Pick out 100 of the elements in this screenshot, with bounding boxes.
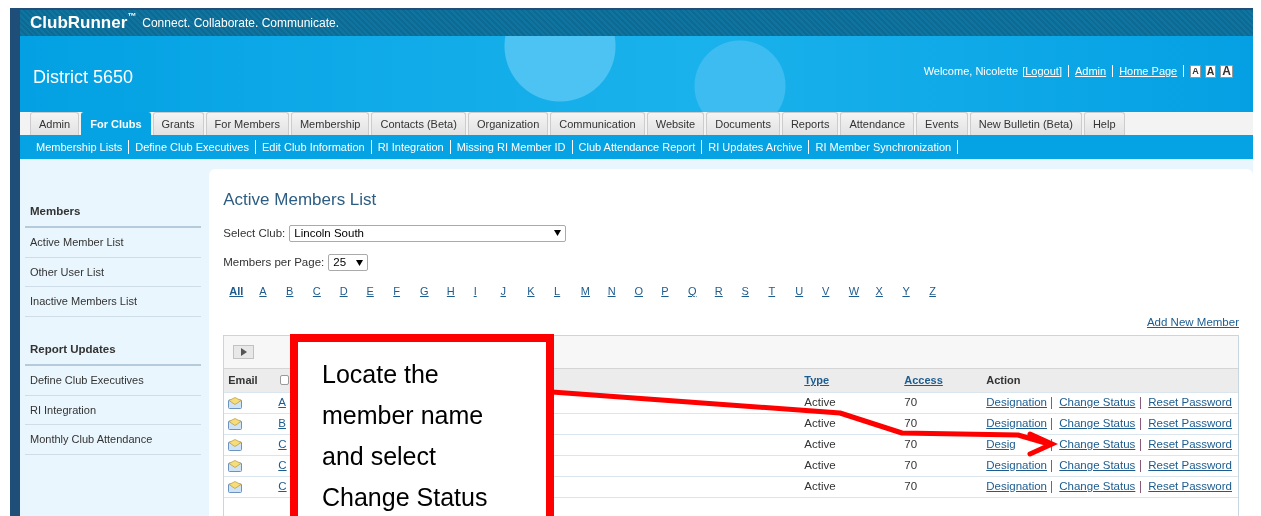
table-cell-text: Active [803,395,837,411]
select-all-checkbox[interactable] [280,375,290,386]
add-member-link[interactable]: Add New Member [1146,313,1239,331]
table-cell-text: 70 [903,458,919,474]
action-link[interactable]: Reset Password [1148,394,1232,412]
nav-tab[interactable]: Documents [706,111,780,135]
envelope-icon[interactable] [228,397,243,410]
font-size-button[interactable]: A [1220,64,1233,78]
column-header: Action [985,373,1022,388]
nav-tab[interactable]: Help [1083,111,1125,135]
letter-link[interactable]: V [822,283,849,300]
letter-link[interactable]: D [339,283,367,300]
nav-tab[interactable]: Membership [290,111,370,135]
table-cell-text: 70 [903,437,919,453]
callout-text: Locate the member name and select Change Status [322,359,489,513]
letter-link[interactable]: Y [902,283,930,300]
letter-link[interactable]: C [312,283,340,300]
sidebar-heading: Members [25,197,202,229]
table-cell-text: Active [803,458,837,474]
nav-tab[interactable]: For Members [205,111,289,135]
letter-link[interactable]: R [714,283,742,300]
action-link[interactable]: Desig [986,436,1016,454]
table-cell-text: Active [803,416,837,432]
expand-button[interactable] [233,344,255,359]
letter-link[interactable]: H [446,283,474,300]
letter-link[interactable]: E [366,283,394,300]
sidebar-item[interactable]: Active Member List [25,228,202,258]
nav-tab[interactable]: Admin [30,111,80,135]
nav-tab[interactable]: Events [916,111,968,135]
letter-link[interactable]: L [554,283,581,300]
letter-link[interactable]: B [286,283,313,300]
nav-tab[interactable]: Attendance [840,111,915,135]
envelope-icon[interactable] [228,418,243,431]
per-page-dropdown[interactable]: 25 [328,253,369,271]
letter-link[interactable]: Q [688,283,715,300]
sidebar-item[interactable]: Inactive Members List [25,287,202,317]
table-cell-text: 70 [903,479,919,495]
caret-icon [554,230,562,237]
letter-link[interactable]: All [229,283,260,300]
nav-tab[interactable]: Website [646,111,705,135]
letter-link[interactable]: J [500,283,528,300]
letter-link[interactable]: Z [929,283,956,300]
sidebar-item[interactable]: Other User List [25,257,202,288]
letter-link[interactable]: G [420,283,447,300]
sidebar-item[interactable]: RI Integration [25,395,202,425]
letter-link[interactable]: P [661,283,688,300]
play-icon [240,347,247,356]
nav-tab[interactable]: Grants [152,111,204,135]
letter-link[interactable]: I [473,283,501,300]
sidebar-heading: Report Updates [25,334,202,366]
action-link[interactable]: Designation [986,415,1047,433]
action-link[interactable]: Change Status [1059,394,1136,412]
envelope-icon[interactable] [228,439,243,452]
letter-link[interactable]: T [768,283,796,300]
envelope-icon[interactable] [228,481,243,494]
action-link[interactable]: Designation [986,457,1047,475]
letter-link[interactable]: O [634,283,662,300]
table-cell-text: 70 [903,416,919,432]
action-link[interactable]: Reset Password [1148,478,1232,496]
action-link[interactable]: Reset Password [1148,436,1232,454]
page-title: Active Members List [223,189,378,211]
action-link[interactable]: Designation [986,394,1047,412]
member-name-link[interactable]: C [278,480,287,493]
sidebar-item[interactable]: Define Club Executives [25,366,202,396]
letter-link[interactable]: U [795,283,822,300]
letter-link[interactable]: A [259,283,287,300]
table-cell-text: Active [803,437,837,453]
member-name-link[interactable]: C [278,459,287,472]
envelope-icon[interactable] [228,460,243,473]
club-dropdown[interactable]: Lincoln South [289,224,567,242]
action-link[interactable]: Reset Password [1148,457,1232,475]
letter-link[interactable]: F [393,283,421,300]
action-link[interactable]: Designation [986,478,1047,496]
nav-tab[interactable]: Reports [781,111,839,135]
field-label: Select Club: [223,225,286,241]
letter-link[interactable]: M [580,283,608,300]
field-label: Members per Page: [223,254,325,270]
column-header[interactable]: Type [804,374,830,386]
action-link[interactable]: Change Status [1059,415,1136,433]
table-cell-text: 70 [903,395,919,411]
nav-tab[interactable]: Contacts (Beta) [371,111,466,135]
nav-tab[interactable]: New Bulletin (Beta) [969,111,1082,135]
member-name-link[interactable]: A [278,396,286,409]
nav-tab[interactable]: Organization [467,111,549,135]
sidebar-item[interactable]: Monthly Club Attendance [25,425,202,455]
nav-tab[interactable]: Communication [550,111,645,135]
action-link[interactable]: Reset Password [1148,415,1232,433]
letter-link[interactable]: S [741,283,769,300]
action-link[interactable]: Change Status [1059,457,1136,475]
action-link[interactable]: Change Status [1059,478,1136,496]
column-header[interactable]: Access [904,374,943,386]
letter-link[interactable]: X [875,283,903,300]
font-size-button[interactable]: A [1204,64,1217,78]
member-name-link[interactable]: C [278,438,287,451]
action-link[interactable]: Change Status [1059,436,1136,454]
font-size-button[interactable]: A [1190,64,1201,78]
letter-link[interactable]: K [527,283,555,300]
letter-link[interactable]: W [848,283,876,300]
member-name-link[interactable]: B [278,417,286,430]
letter-link[interactable]: N [607,283,635,300]
